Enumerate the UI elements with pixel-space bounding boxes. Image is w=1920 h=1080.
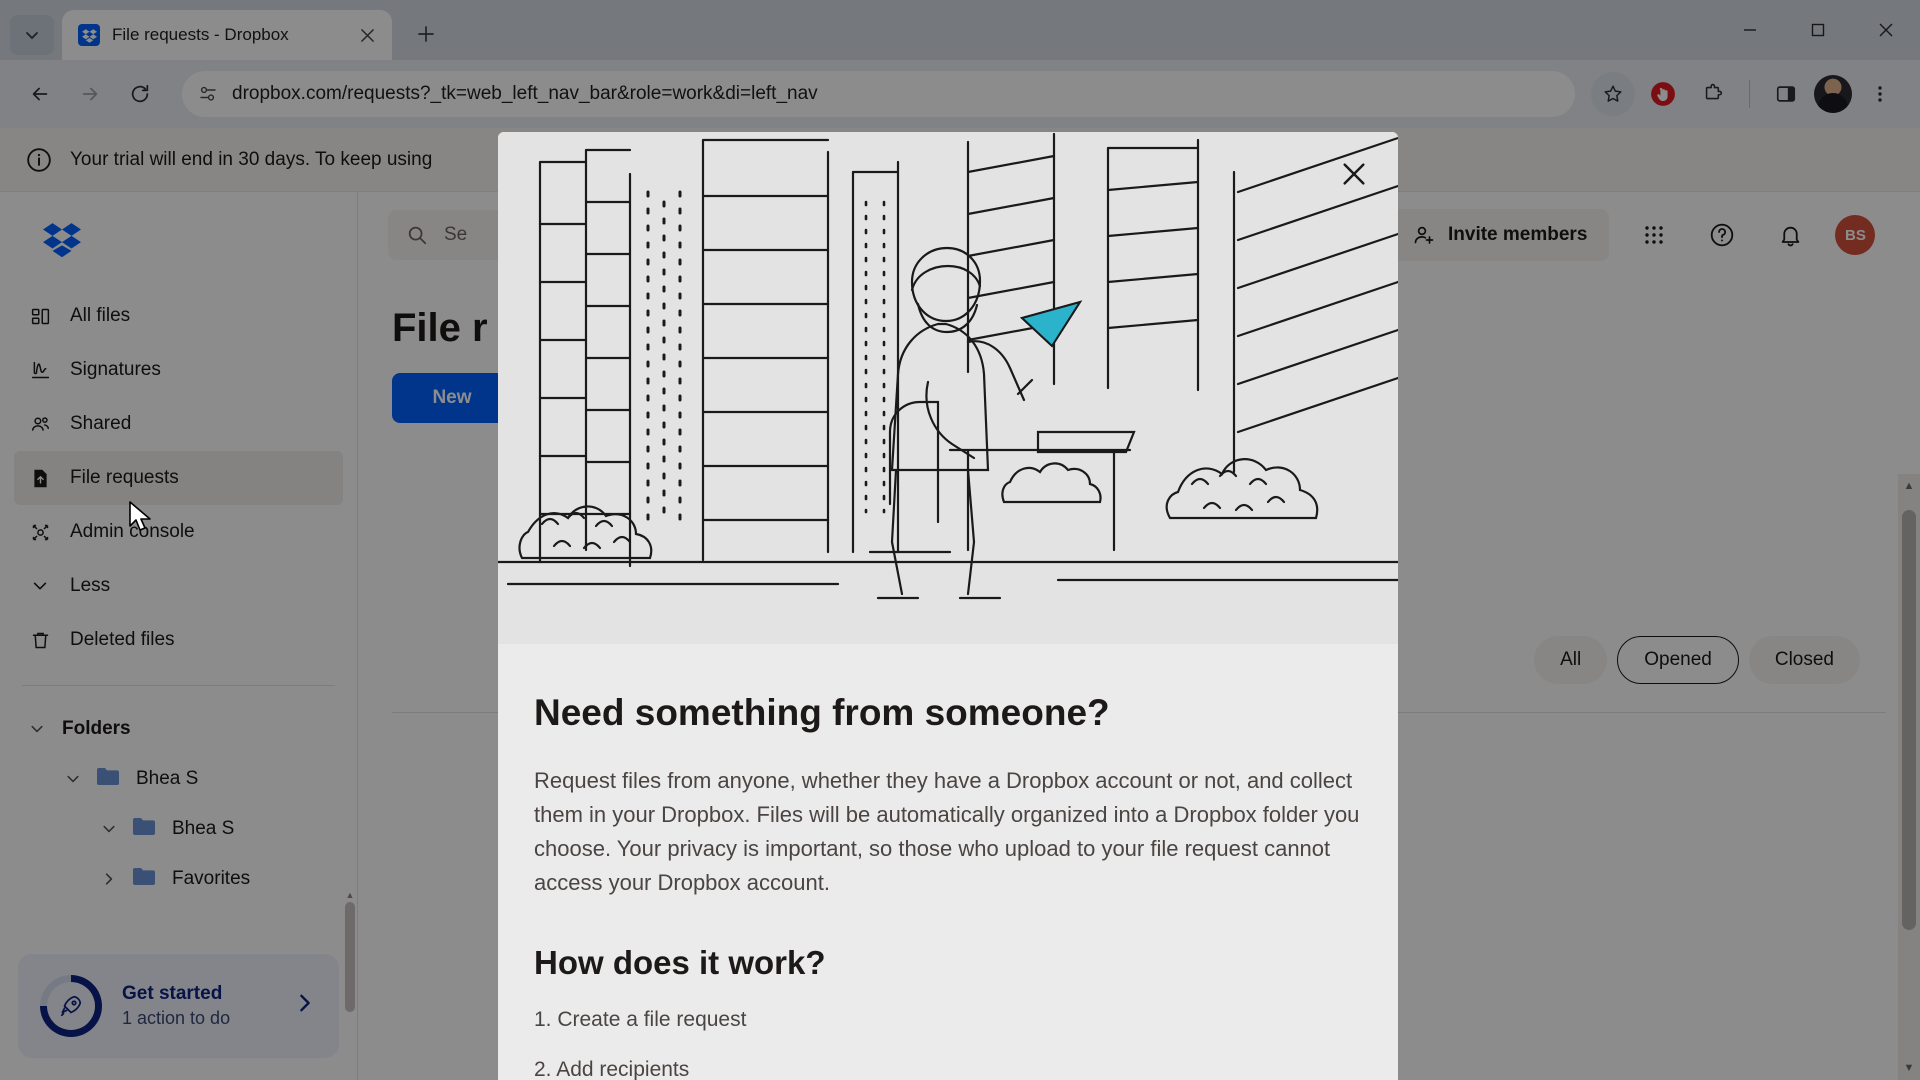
modal-step-2: 2. Add recipients xyxy=(534,1058,690,1080)
modal-heading: Need something from someone? xyxy=(534,692,1110,733)
modal-hero-illustration xyxy=(498,132,1398,644)
man-with-paper-airplane-illustration xyxy=(498,132,1398,644)
modal-paragraph: Request files from anyone, whether they … xyxy=(534,768,1360,896)
modal-subheading: How does it work? xyxy=(534,944,826,982)
mouse-cursor xyxy=(129,501,151,531)
modal-body: Need something from someone? Request fil… xyxy=(498,644,1398,1080)
browser-window: File requests - Dropbox dropbox.com/requ… xyxy=(0,0,1920,1080)
modal-step-1: 1. Create a file request xyxy=(534,1008,747,1032)
file-request-info-modal: Need something from someone? Request fil… xyxy=(498,132,1398,1080)
close-icon[interactable] xyxy=(1334,154,1374,194)
